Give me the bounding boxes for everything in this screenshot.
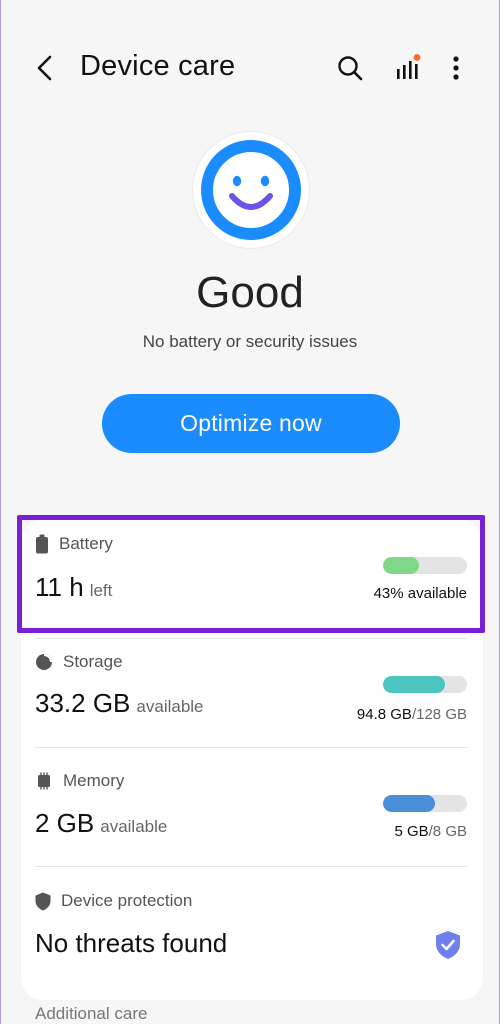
device-care-screen: Device care Good No battery or security	[0, 0, 500, 1024]
status-title: Good	[196, 268, 304, 317]
storage-total-text: /128 GB	[411, 706, 467, 723]
additional-care-heading: Additional care	[35, 1004, 148, 1023]
memory-total-text: /8 GB	[428, 823, 467, 840]
back-arrow-icon[interactable]	[29, 52, 61, 84]
memory-unit: available	[100, 817, 168, 836]
memory-label: Memory	[63, 771, 125, 790]
notification-badge-icon	[413, 54, 421, 61]
storage-progress-fill	[383, 676, 446, 693]
device-protection-status: No threats found	[35, 928, 228, 958]
divider	[35, 638, 467, 639]
divider	[35, 866, 467, 867]
app-bar: Device care	[1, 40, 499, 96]
smiley-face-icon	[201, 140, 301, 240]
status-subtitle: No battery or security issues	[142, 332, 358, 351]
storage-meta: 94.8 GB/128 GB	[357, 706, 467, 723]
device-protection-item[interactable]: Device protection No threats found	[21, 878, 483, 988]
search-icon[interactable]	[332, 50, 368, 86]
memory-progress-fill	[383, 795, 436, 812]
more-vert-icon[interactable]	[438, 50, 474, 86]
storage-unit: available	[136, 697, 204, 716]
page-title: Device care	[80, 50, 236, 82]
storage-progress-bar	[383, 676, 467, 693]
memory-meta: 5 GB/8 GB	[394, 823, 467, 840]
memory-progress-bar	[383, 795, 467, 812]
battery-highlight-frame	[17, 515, 485, 633]
storage-label: Storage	[63, 652, 123, 671]
divider	[35, 747, 467, 748]
device-protection-label: Device protection	[61, 891, 193, 910]
storage-pie-icon	[36, 654, 52, 670]
memory-value: 2 GB	[35, 808, 95, 838]
storage-used-text: 94.8 GB	[356, 706, 412, 723]
shield-icon	[35, 892, 51, 910]
storage-item[interactable]: Storage 33.2 GB available 94.8 GB/128 GB	[21, 640, 483, 750]
memory-item[interactable]: Memory 2 GB available 5 GB/8 GB	[21, 758, 483, 868]
stats-icon[interactable]	[389, 50, 425, 86]
memory-chip-icon	[38, 772, 50, 790]
storage-value: 33.2 GB	[35, 688, 131, 718]
status-face-container	[193, 132, 309, 248]
memory-used-text: 5 GB	[394, 823, 429, 840]
shield-check-icon	[435, 930, 461, 965]
optimize-now-button[interactable]: Optimize now	[102, 394, 400, 453]
